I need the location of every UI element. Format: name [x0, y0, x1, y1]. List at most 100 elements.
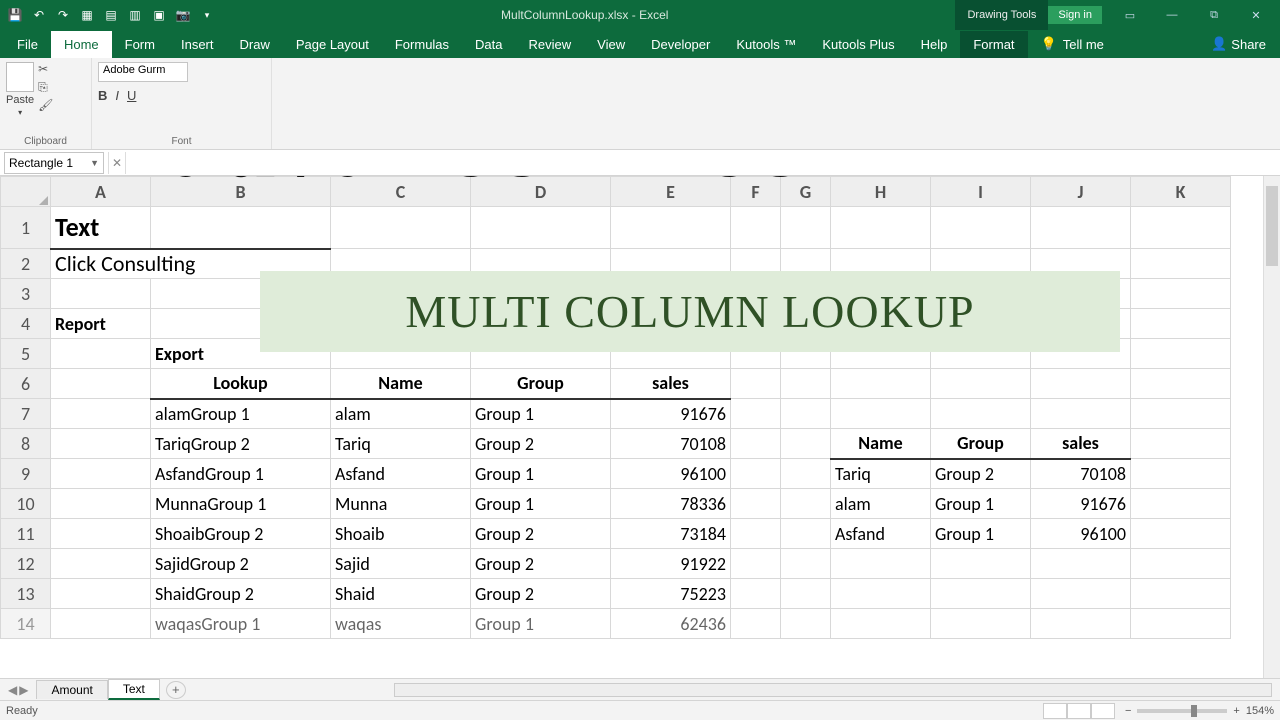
save-icon[interactable]: 💾: [8, 8, 22, 22]
cell[interactable]: Name: [831, 429, 931, 459]
cancel-formula-icon[interactable]: ✕: [108, 152, 126, 174]
cell[interactable]: Group: [931, 429, 1031, 459]
cell[interactable]: Report: [51, 309, 151, 339]
col-header[interactable]: H: [831, 177, 931, 207]
qat-icon[interactable]: ▤: [104, 8, 118, 22]
qat-icon[interactable]: ▥: [128, 8, 142, 22]
cell[interactable]: Lookup: [151, 369, 331, 399]
undo-icon[interactable]: ↶: [32, 8, 46, 22]
camera-icon[interactable]: 📷: [176, 8, 190, 22]
row-header[interactable]: 4: [1, 309, 51, 339]
italic-button[interactable]: I: [115, 88, 119, 103]
cell[interactable]: sales: [1031, 429, 1131, 459]
cut-icon[interactable]: ✂: [38, 62, 54, 76]
tab-help[interactable]: Help: [908, 31, 961, 58]
row-header[interactable]: 8: [1, 429, 51, 459]
cell[interactable]: Group 1: [471, 609, 611, 639]
redo-icon[interactable]: ↷: [56, 8, 70, 22]
name-box[interactable]: Rectangle 1 ▼: [4, 152, 104, 174]
cell[interactable]: Group 1: [471, 399, 611, 429]
view-normal-button[interactable]: [1043, 703, 1067, 719]
cell[interactable]: SajidGroup 2: [151, 549, 331, 579]
cell[interactable]: Munna: [331, 489, 471, 519]
zoom-level[interactable]: 154%: [1246, 705, 1274, 717]
zoom-in-button[interactable]: +: [1233, 705, 1239, 717]
row-header[interactable]: 12: [1, 549, 51, 579]
cell[interactable]: waqasGroup 1: [151, 609, 331, 639]
col-header[interactable]: D: [471, 177, 611, 207]
cell[interactable]: waqas: [331, 609, 471, 639]
cell[interactable]: 62436: [611, 609, 731, 639]
cell[interactable]: Group 1: [931, 489, 1031, 519]
cell[interactable]: Asfand: [331, 459, 471, 489]
chevron-down-icon[interactable]: ▼: [90, 158, 99, 168]
tab-page-layout[interactable]: Page Layout: [283, 31, 382, 58]
col-header[interactable]: I: [931, 177, 1031, 207]
tab-view[interactable]: View: [584, 31, 638, 58]
cell[interactable]: 91676: [611, 399, 731, 429]
cell[interactable]: Text: [51, 207, 151, 249]
cell[interactable]: alam: [331, 399, 471, 429]
cell[interactable]: Name: [331, 369, 471, 399]
col-header[interactable]: J: [1031, 177, 1131, 207]
row-header[interactable]: 5: [1, 339, 51, 369]
cell[interactable]: Group 1: [471, 489, 611, 519]
cell[interactable]: 96100: [1031, 519, 1131, 549]
cell[interactable]: alamGroup 1: [151, 399, 331, 429]
tab-draw[interactable]: Draw: [227, 31, 283, 58]
cell[interactable]: TariqGroup 2: [151, 429, 331, 459]
cell[interactable]: Tariq: [831, 459, 931, 489]
cell[interactable]: Shoaib: [331, 519, 471, 549]
zoom-out-button[interactable]: −: [1125, 705, 1131, 717]
cell[interactable]: ShoaibGroup 2: [151, 519, 331, 549]
cell[interactable]: 91676: [1031, 489, 1131, 519]
select-all-corner[interactable]: [1, 177, 51, 207]
col-header[interactable]: A: [51, 177, 151, 207]
tab-form[interactable]: Form: [112, 31, 168, 58]
new-sheet-button[interactable]: +: [166, 681, 186, 699]
tab-formulas[interactable]: Formulas: [382, 31, 462, 58]
row-header[interactable]: 11: [1, 519, 51, 549]
cell[interactable]: 70108: [611, 429, 731, 459]
cell[interactable]: Shaid: [331, 579, 471, 609]
qat-more-icon[interactable]: ▾: [200, 8, 214, 22]
bold-button[interactable]: B: [98, 88, 107, 103]
row-header[interactable]: 7: [1, 399, 51, 429]
cell[interactable]: 75223: [611, 579, 731, 609]
cell[interactable]: Group 2: [471, 429, 611, 459]
cell[interactable]: Group 2: [471, 549, 611, 579]
copy-icon[interactable]: ⎘: [38, 80, 54, 94]
sheet-tab-text[interactable]: Text: [108, 679, 160, 700]
col-header[interactable]: K: [1131, 177, 1231, 207]
cell[interactable]: Group 1: [471, 459, 611, 489]
close-icon[interactable]: ✕: [1236, 0, 1276, 30]
cell[interactable]: Group 2: [471, 519, 611, 549]
row-header[interactable]: 13: [1, 579, 51, 609]
row-header[interactable]: 6: [1, 369, 51, 399]
tab-kutools[interactable]: Kutools ™: [723, 31, 809, 58]
col-header[interactable]: G: [781, 177, 831, 207]
tab-home[interactable]: Home: [51, 31, 112, 58]
qat-icon[interactable]: ▣: [152, 8, 166, 22]
spreadsheet[interactable]: A B C D E F G H I J K 1 Text 2 Click Con…: [0, 176, 1231, 639]
cell[interactable]: ShaidGroup 2: [151, 579, 331, 609]
cell[interactable]: 96100: [611, 459, 731, 489]
sheet-nav-next-icon[interactable]: ▶: [19, 683, 28, 697]
ribbon-options-icon[interactable]: ▭: [1110, 0, 1150, 30]
sheet-tab-amount[interactable]: Amount: [36, 680, 107, 699]
tell-me-search[interactable]: 💡 Tell me: [1028, 30, 1117, 58]
col-header[interactable]: B: [151, 177, 331, 207]
vertical-scrollbar[interactable]: [1263, 176, 1280, 678]
cell[interactable]: alam: [831, 489, 931, 519]
cell[interactable]: sales: [611, 369, 731, 399]
qat-icon[interactable]: ▦: [80, 8, 94, 22]
cell[interactable]: 73184: [611, 519, 731, 549]
col-header[interactable]: F: [731, 177, 781, 207]
maximize-icon[interactable]: ⧉: [1194, 0, 1234, 30]
paste-button[interactable]: Paste ▾: [6, 62, 34, 117]
cell[interactable]: Group 2: [931, 459, 1031, 489]
cell[interactable]: Group 2: [471, 579, 611, 609]
cell[interactable]: 91922: [611, 549, 731, 579]
view-page-break-button[interactable]: [1091, 703, 1115, 719]
row-header[interactable]: 1: [1, 207, 51, 249]
